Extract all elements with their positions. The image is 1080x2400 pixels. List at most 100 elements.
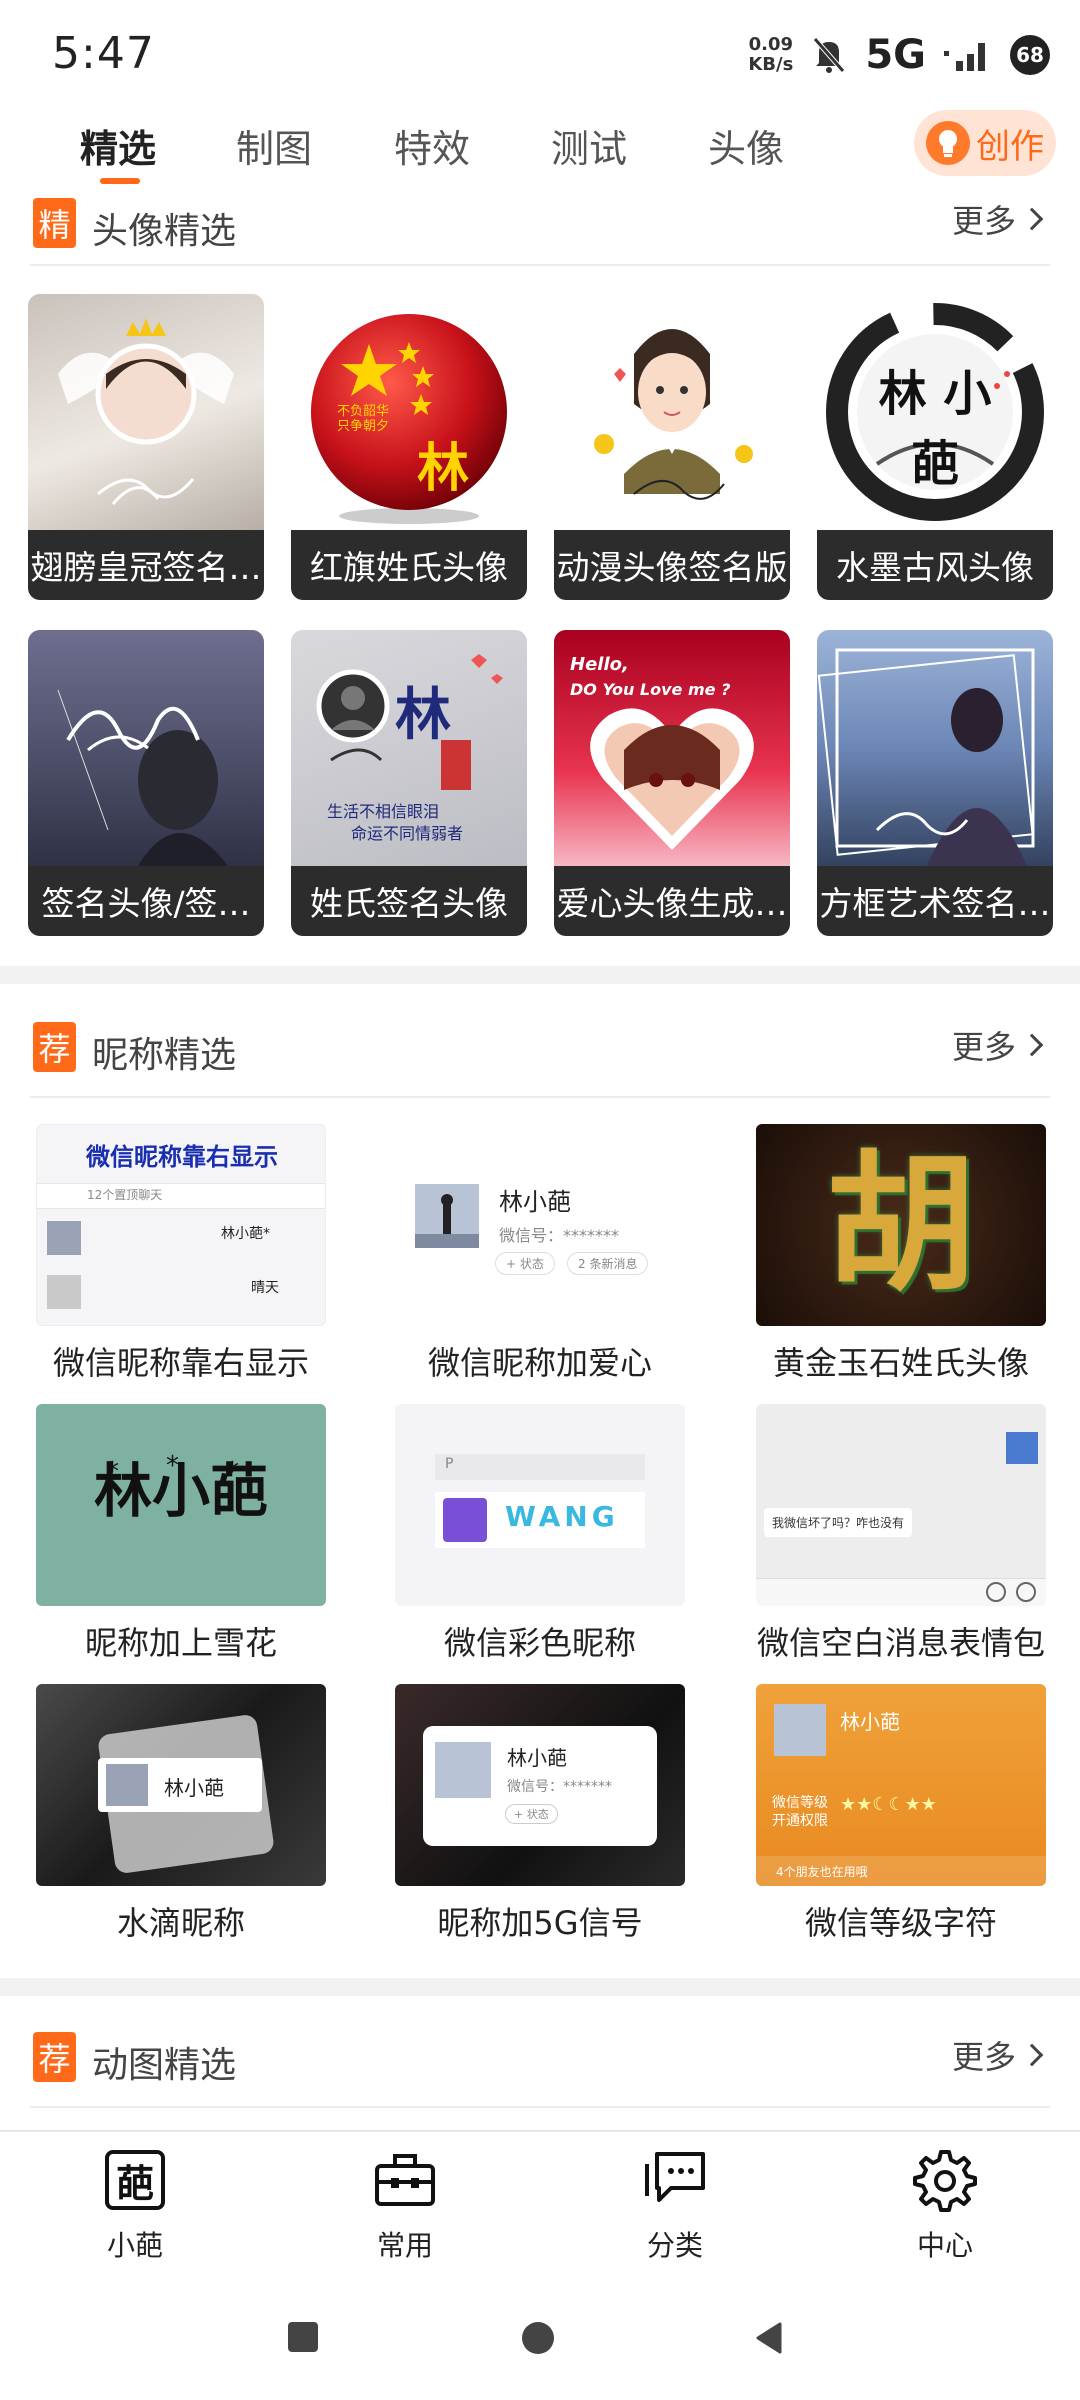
nickname-card[interactable]: 林小葩 水滴昵称 xyxy=(36,1684,326,1942)
avatar-card[interactable]: 翅膀皇冠签名… xyxy=(28,294,264,600)
avatar-thumbnail xyxy=(817,630,1053,866)
nav-item-center[interactable]: 中心 xyxy=(875,2148,1015,2264)
nickname-card[interactable]: 微信昵称靠右显示 12个置顶聊天 林小葩* 晴天 微信昵称靠右显示 xyxy=(36,1124,326,1382)
svg-text:*: * xyxy=(106,1457,119,1487)
signal-icon xyxy=(944,43,985,71)
nickname-caption: 微信等级字符 xyxy=(804,1904,997,1942)
nickname-caption: 微信彩色昵称 xyxy=(443,1624,636,1662)
nickname-art-sub: 12个置顶聊天 xyxy=(87,1188,163,1202)
nickname-section-header: 荐 昵称精选 更多 xyxy=(0,1008,1080,1088)
section-badge: 荐 xyxy=(33,1022,76,1072)
avatar-card[interactable]: 林 生活不相信眼泪 命运不同情弱者 姓氏签名头像 xyxy=(291,630,527,936)
nickname-thumbnail: P WANG xyxy=(395,1404,685,1606)
nickname-card[interactable]: 林小葩 微信号：******* + 状态 2 条新消息 微信昵称加爱心 xyxy=(395,1124,685,1382)
nickname-card[interactable]: 我微信坏了吗？咋也没有 微信空白消息表情包 xyxy=(756,1404,1046,1662)
avatar-caption: 红旗姓氏头像 xyxy=(291,530,527,600)
nickname-caption: 黄金玉石姓氏头像 xyxy=(772,1344,1029,1382)
nickname-art-id: 微信号：******* xyxy=(507,1779,612,1795)
nickname-art-text: WANG xyxy=(505,1500,619,1533)
chat-bubble-icon xyxy=(643,2148,707,2212)
status-icons: 0.09 KB/s 5G 68 xyxy=(748,30,1050,80)
nickname-thumbnail: 微信昵称靠右显示 12个置顶聊天 林小葩* 晴天 xyxy=(36,1124,326,1326)
avatar-card[interactable]: 动漫头像签名版 xyxy=(554,294,790,600)
nickname-art-foot: 4个朋友也在用哦 xyxy=(776,1865,868,1879)
nickname-art-status: + 状态 xyxy=(495,1252,555,1275)
avatar-thumbnail xyxy=(28,630,264,866)
section-title: 动图精选 xyxy=(92,2045,237,2086)
nickname-art-name: 林小葩 xyxy=(499,1188,571,1216)
network-speed: 0.09 KB/s xyxy=(748,35,793,75)
toolbox-icon xyxy=(373,2148,437,2212)
create-label: 创作 xyxy=(976,126,1044,167)
nickname-thumbnail: 林小葩 * * * xyxy=(36,1404,326,1606)
nav-item-common[interactable]: 常用 xyxy=(335,2148,475,2264)
gear-icon xyxy=(913,2148,977,2212)
avatar-art-line: DO You Love me ? xyxy=(570,680,731,699)
network-speed-unit: KB/s xyxy=(748,54,794,75)
avatar-card[interactable]: 林 小 葩 水墨古风头像 xyxy=(817,294,1053,600)
nickname-caption: 水滴昵称 xyxy=(116,1904,245,1942)
nav-label: 常用 xyxy=(376,2229,433,2262)
more-label: 更多 xyxy=(951,202,1016,240)
recent-apps-button[interactable] xyxy=(288,2322,318,2352)
nickname-card[interactable]: 林小葩 * * * 昵称加上雪花 xyxy=(36,1404,326,1662)
tab-avatars[interactable]: 头像 xyxy=(708,118,784,173)
more-link[interactable]: 更多 xyxy=(951,196,1044,242)
avatar-thumbnail xyxy=(28,294,264,530)
nickname-card[interactable]: 胡 黄金玉石姓氏头像 xyxy=(756,1124,1046,1382)
avatar-caption: 姓氏签名头像 xyxy=(291,866,527,936)
avatar-art-line: Hello, xyxy=(570,654,629,675)
avatar-art-text: 林 xyxy=(395,683,451,748)
mute-bell-icon xyxy=(813,37,846,73)
more-link[interactable]: 更多 xyxy=(952,2032,1044,2078)
nav-item-home[interactable]: 葩 小葩 xyxy=(65,2148,205,2264)
nickname-caption: 昵称加5G信号 xyxy=(437,1904,643,1942)
nickname-art-title: 微信昵称靠右显示 xyxy=(86,1143,278,1171)
nav-item-category[interactable]: 分类 xyxy=(605,2148,745,2264)
avatar-art-side-text: 不负韶华 只争朝夕 xyxy=(337,404,390,434)
avatar-card[interactable]: 方框艺术签名… xyxy=(817,630,1053,936)
tab-featured[interactable]: 精选 xyxy=(80,118,156,173)
lightbulb-icon xyxy=(926,121,970,165)
section-separator xyxy=(0,966,1080,984)
svg-text:*: * xyxy=(226,1457,239,1487)
avatar-caption: 方框艺术签名… xyxy=(817,866,1053,936)
tab-drawing[interactable]: 制图 xyxy=(236,118,312,173)
nickname-caption: 微信昵称加爱心 xyxy=(427,1344,652,1382)
section-badge: 精 xyxy=(33,198,76,248)
nickname-art-name: 林小葩* xyxy=(221,1226,270,1242)
section-title: 头像精选 xyxy=(92,211,237,252)
avatar-card[interactable]: 林 不负韶华 只争朝夕 红旗姓氏头像 xyxy=(291,294,527,600)
bottom-nav: 葩 小葩 常用 分类 中心 xyxy=(0,2130,1080,2280)
divider xyxy=(30,1096,1050,1098)
section-separator xyxy=(0,1978,1080,1996)
home-button[interactable] xyxy=(522,2322,554,2354)
create-button[interactable]: 创作 xyxy=(914,110,1056,176)
battery-indicator: 68 xyxy=(1010,35,1050,75)
nickname-art-name: 林小葩 xyxy=(164,1776,224,1800)
avatar-thumbnail xyxy=(554,294,790,530)
nickname-card[interactable]: 林小葩 微信号：******* + 状态 昵称加5G信号 xyxy=(395,1684,685,1942)
nickname-caption: 微信空白消息表情包 xyxy=(756,1624,1045,1662)
status-bar: 5:47 0.09 KB/s 5G 68 xyxy=(0,0,1080,100)
divider xyxy=(30,2106,1050,2108)
avatar-card[interactable]: 签名头像/签… xyxy=(28,630,264,936)
tab-tests[interactable]: 测试 xyxy=(551,118,627,173)
back-button[interactable] xyxy=(754,2322,784,2354)
nickname-card[interactable]: P WANG 微信彩色昵称 xyxy=(395,1404,685,1662)
avatar-card[interactable]: Hello, DO You Love me ? 爱心头像生成… xyxy=(554,630,790,936)
status-time: 5:47 xyxy=(52,28,155,79)
avatar-thumbnail: Hello, DO You Love me ? xyxy=(554,630,790,866)
avatar-caption: 爱心头像生成… xyxy=(554,866,790,936)
nickname-card[interactable]: 林小葩 微信等级 开通权限 ★★☾☾★★ 4个朋友也在用哦 微信等级字符 xyxy=(756,1684,1046,1942)
avatar-art-text: 林 小 葩 xyxy=(878,366,992,492)
tab-effects[interactable]: 特效 xyxy=(394,118,470,173)
avatar-caption: 签名头像/签… xyxy=(28,866,264,936)
chevron-right-icon xyxy=(1020,2043,1044,2067)
more-link[interactable]: 更多 xyxy=(952,1022,1044,1068)
nickname-art-bubble: 我微信坏了吗？咋也没有 xyxy=(764,1508,913,1537)
nickname-thumbnail: 林小葩 微信等级 开通权限 ★★☾☾★★ 4个朋友也在用哦 xyxy=(756,1684,1046,1886)
avatar-thumbnail: 林 不负韶华 只争朝夕 xyxy=(291,294,527,530)
nickname-thumbnail: 我微信坏了吗？咋也没有 xyxy=(756,1404,1046,1606)
section-title: 昵称精选 xyxy=(92,1035,237,1076)
